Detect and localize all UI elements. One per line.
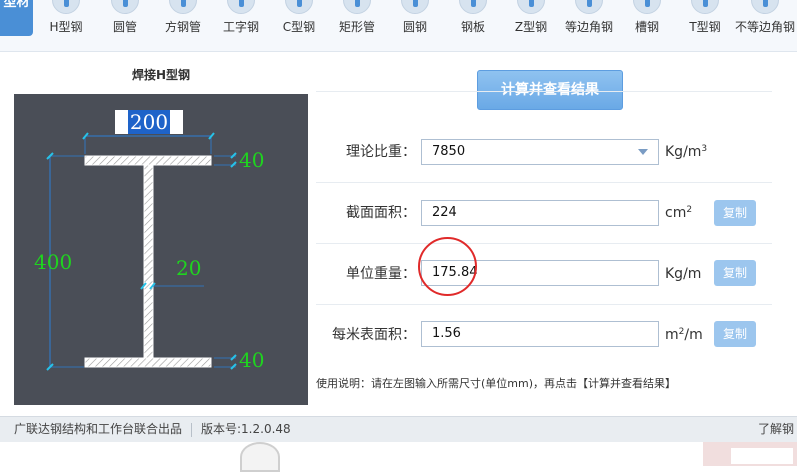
tool-label: 槽钢 — [634, 20, 659, 34]
tool-round-pipe[interactable]: 圆管 — [95, 0, 155, 40]
tool-rect-pipe[interactable]: 矩形管 — [327, 0, 387, 40]
tool-i-beam[interactable]: 工字钢 — [211, 0, 271, 40]
drawing-title: 焊接H型钢 — [131, 68, 191, 82]
unit-weight-unit: Kg/m — [665, 266, 702, 282]
unit-weight-label: 单位重量： — [346, 266, 416, 282]
tool-label: 钢板 — [460, 20, 485, 34]
chevron-down-icon[interactable] — [638, 149, 648, 155]
tool-round-bar[interactable]: 圆钢 — [385, 0, 445, 40]
tool-unequal-angle[interactable]: 不等边角钢 — [735, 0, 795, 40]
height-label[interactable]: 400 — [34, 251, 72, 273]
version-text: 版本号:1.2.0.48 — [201, 422, 291, 436]
divider — [316, 182, 772, 183]
surface-area-field[interactable]: 1.56 — [421, 321, 659, 347]
background-strip — [0, 442, 797, 466]
category-tab-profiles[interactable]: 型材 — [0, 0, 33, 36]
tool-label: H型钢 — [49, 20, 83, 34]
tool-z-section[interactable]: Z型钢 — [501, 0, 561, 40]
divider — [191, 423, 192, 437]
usage-note: 使用说明：请在左图输入所需尺寸(单位mm)，再点击【计算并查看结果】 — [316, 377, 677, 390]
tool-square-pipe[interactable]: 方钢管 — [153, 0, 213, 40]
t-section-icon — [691, 0, 719, 14]
tool-label: 等边角钢 — [564, 20, 613, 34]
tool-label: 矩形管 — [338, 20, 375, 34]
square-pipe-icon — [169, 0, 197, 14]
credit-text: 广联达钢结构和工作台联合出品 — [14, 422, 183, 436]
divider — [316, 243, 772, 244]
c-channel-icon — [285, 0, 313, 14]
i-beam-icon — [227, 0, 255, 14]
tool-c-channel[interactable]: C型钢 — [269, 0, 329, 40]
top-flange-label[interactable]: 40 — [239, 149, 264, 171]
tool-t-section[interactable]: T型钢 — [675, 0, 735, 40]
density-value: 7850 — [432, 144, 466, 159]
area-label: 截面面积： — [346, 205, 416, 221]
divider — [316, 91, 772, 92]
divider — [316, 304, 772, 305]
h-beam-icon — [52, 0, 80, 14]
channel-icon — [633, 0, 661, 14]
width-input[interactable]: 200 — [115, 110, 183, 134]
tool-label: 方钢管 — [164, 20, 201, 34]
tool-label: 圆钢 — [402, 20, 427, 34]
top-flange — [84, 155, 212, 166]
equal-angle-icon — [575, 0, 603, 14]
density-label: 理论比重： — [346, 144, 416, 160]
steel-plate-icon — [459, 0, 487, 14]
side-banner — [703, 442, 797, 466]
tool-h-beam[interactable]: H型钢 — [36, 0, 96, 40]
tool-steel-plate[interactable]: 钢板 — [443, 0, 503, 40]
copy-unit-weight-button[interactable]: 复制 — [714, 260, 756, 286]
web — [143, 164, 154, 359]
tool-channel[interactable]: 槽钢 — [617, 0, 677, 40]
surface-area-label: 每米表面积： — [332, 327, 416, 343]
z-section-icon — [517, 0, 545, 14]
tool-label: Z型钢 — [514, 20, 548, 34]
tool-label: T型钢 — [689, 20, 721, 34]
rect-pipe-icon — [343, 0, 371, 14]
tool-equal-angle[interactable]: 等边角钢 — [559, 0, 619, 40]
bottom-flange-label[interactable]: 40 — [239, 349, 264, 371]
tool-label: 圆管 — [112, 20, 137, 34]
avatar — [240, 442, 280, 472]
section-drawing-panel: 200 400 40 20 40 — [14, 94, 308, 405]
category-label: 型材 — [3, 0, 30, 10]
tool-label: C型钢 — [282, 20, 316, 34]
bottom-flange — [84, 357, 212, 368]
shape-toolbar: 型材 H型钢 圆管 方钢管 工字钢 C型钢 矩形管 圆钢 钢板 Z型钢 等边角钢… — [0, 0, 797, 52]
status-bar: 广联达钢结构和工作台联合出品 版本号:1.2.0.48 了解钢 — [0, 416, 797, 442]
highlight-circle — [418, 237, 477, 296]
copy-area-button[interactable]: 复制 — [714, 200, 756, 226]
tool-label: 工字钢 — [222, 20, 259, 34]
tool-label: 不等边角钢 — [735, 20, 796, 34]
width-value: 200 — [127, 110, 171, 134]
round-pipe-icon — [111, 0, 139, 14]
web-thickness-label[interactable]: 20 — [176, 257, 201, 279]
surface-area-value: 1.56 — [432, 326, 461, 341]
area-field[interactable]: 224 — [421, 200, 659, 226]
learn-more-link[interactable]: 了解钢 — [758, 417, 794, 441]
unequal-angle-icon — [751, 0, 779, 14]
area-unit: cm2 — [665, 205, 693, 221]
copy-surface-area-button[interactable]: 复制 — [714, 321, 756, 347]
density-unit: Kg/m3 — [665, 144, 708, 160]
area-value: 224 — [432, 205, 457, 220]
density-select[interactable]: 7850 — [421, 139, 659, 165]
round-bar-icon — [401, 0, 429, 14]
surface-area-unit: m2/m — [665, 327, 703, 343]
calculate-button[interactable]: 计算并查看结果 — [477, 70, 623, 110]
